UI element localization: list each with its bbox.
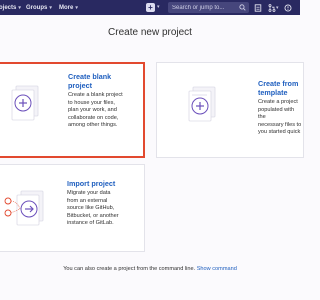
import-illustration-icon (4, 190, 44, 226)
nav-more-menu[interactable]: More ▾ (59, 3, 78, 13)
issues-icon[interactable] (284, 4, 292, 12)
card-description-line: from an external (67, 197, 108, 204)
nav-more-label: More (59, 5, 74, 11)
card-description: Migrate your data from an external sourc… (67, 190, 119, 228)
card-title-line: project (68, 80, 92, 90)
chevron-down-icon: ▾ (18, 5, 21, 11)
card-title: Import project (67, 179, 116, 189)
command-line-text: You can also create a project from the c… (63, 266, 196, 272)
show-command-link[interactable]: Show command (197, 266, 237, 272)
card-description-line: collaborate on code, (68, 114, 119, 121)
page-title: Create new project (108, 27, 192, 38)
chevron-down-icon: ▾ (75, 5, 78, 11)
card-description-line: to house your files, (68, 99, 115, 106)
card-description-line: you started quick (258, 129, 301, 136)
card-title-line: Import project (67, 179, 116, 188)
top-navbar: ojects ▾ Groups ▾ More ▾ + ▾ ▾ (0, 0, 300, 15)
todo-list-icon[interactable] (254, 4, 262, 12)
search-bar (168, 2, 249, 13)
card-description-line: Create a project (258, 99, 298, 105)
card-title-line: template (258, 87, 288, 97)
card-description-line: instance of GitLab. (67, 220, 114, 227)
nav-projects-label: ojects (0, 5, 17, 11)
command-line-hint: You can also create a project from the c… (0, 266, 300, 272)
create-blank-project-card[interactable]: Create blank project Create a blank proj… (0, 62, 145, 158)
card-description-line: source like GitHub, (67, 205, 115, 212)
chevron-down-icon: ▾ (276, 5, 279, 11)
card-title: Create from template (258, 79, 298, 97)
card-description-line: Migrate your data (67, 190, 111, 196)
merge-request-icon[interactable] (268, 4, 276, 12)
search-input[interactable] (172, 2, 236, 13)
nav-groups-label: Groups (26, 5, 48, 11)
card-description-line: Bitbucket, or another (67, 212, 119, 219)
blank-project-illustration-icon (11, 85, 39, 121)
new-item-plus-icon[interactable]: + (146, 3, 155, 12)
card-description-line: necessary files to (258, 121, 302, 128)
card-title: Create blank project (68, 72, 111, 90)
card-description-line: populated with the (258, 106, 295, 121)
nav-projects-menu[interactable]: ojects ▾ (0, 3, 21, 13)
chevron-down-icon: ▾ (49, 5, 52, 11)
template-illustration-icon (188, 86, 216, 122)
card-description-line: plan your work, and (68, 107, 117, 114)
chevron-down-icon: ▾ (157, 4, 160, 10)
create-from-template-card[interactable]: Create from template Create a project po… (156, 62, 304, 158)
card-description: Create a project populated with the nece… (258, 99, 303, 137)
search-icon[interactable] (239, 4, 246, 11)
card-description-line: among other things. (68, 122, 118, 129)
card-description-line: Create a blank project (68, 92, 123, 98)
card-description: Create a blank project to house your fil… (68, 92, 123, 130)
nav-groups-menu[interactable]: Groups ▾ (26, 3, 52, 13)
import-project-card[interactable]: Import project Migrate your data from an… (0, 164, 145, 252)
